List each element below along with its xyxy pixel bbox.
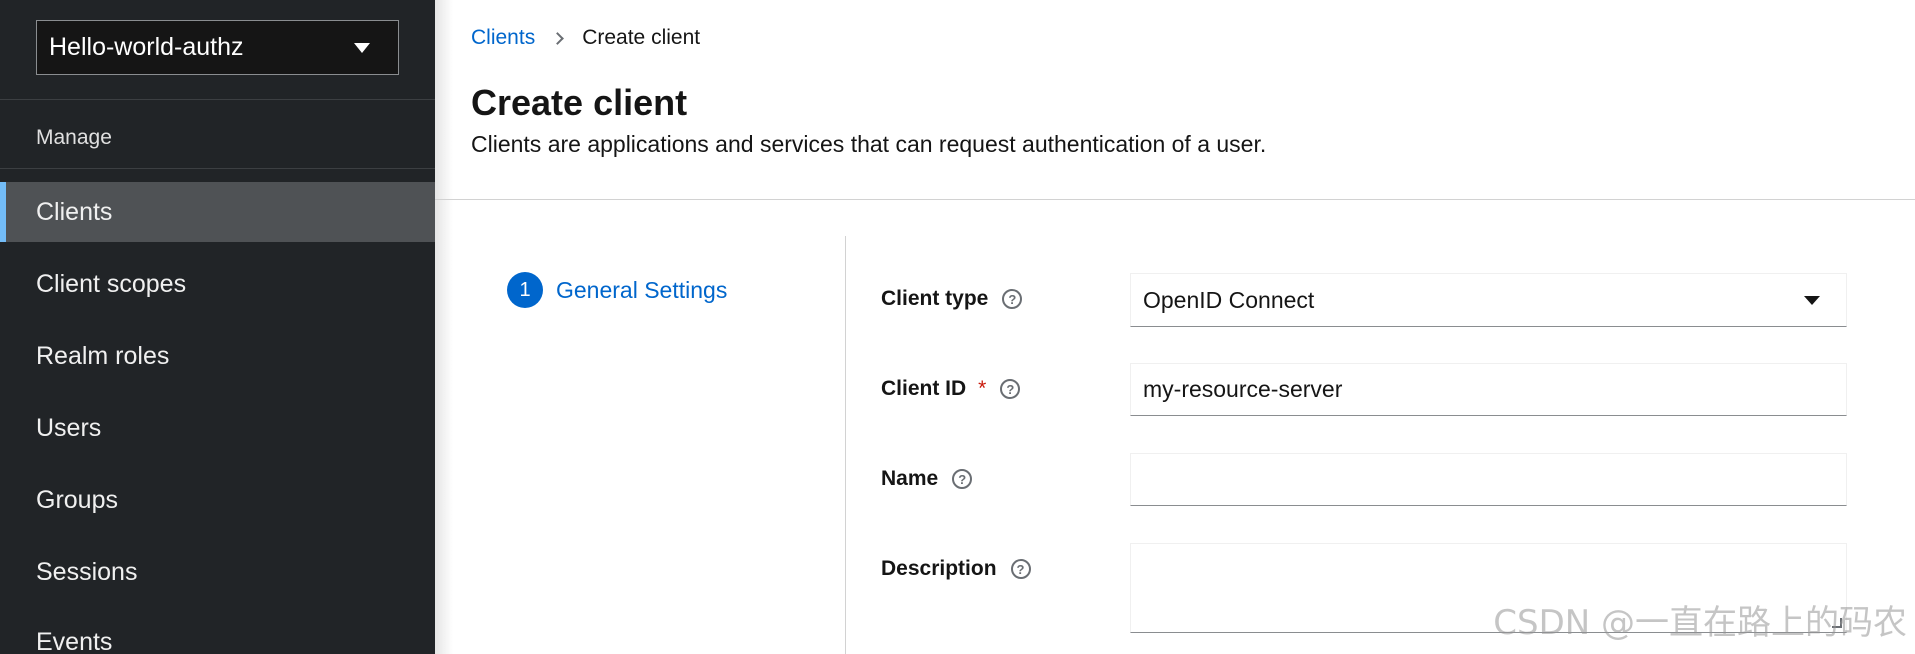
chevron-down-icon — [1804, 296, 1820, 305]
sidebar-shadow — [435, 0, 453, 654]
watermark: CSDN @一直在路上的码农 — [1493, 603, 1907, 643]
sidebar-item-clients[interactable]: Clients — [0, 182, 435, 242]
client-id-label-text: Client ID — [881, 377, 967, 400]
help-icon[interactable]: ? — [1010, 559, 1031, 579]
app-root: Hello-world-authz Manage Clients Client … — [0, 0, 1915, 654]
sidebar-item-users[interactable]: Users — [0, 398, 435, 458]
help-icon[interactable]: ? — [952, 469, 973, 489]
name-input[interactable] — [1130, 453, 1847, 506]
sidebar-item-label: Clients — [36, 197, 113, 226]
sidebar-item-sessions[interactable]: Sessions — [0, 542, 435, 602]
description-label-text: Description — [881, 557, 997, 580]
help-icon[interactable]: ? — [1002, 289, 1023, 309]
realm-selector[interactable]: Hello-world-authz — [36, 20, 399, 75]
sidebar-divider — [0, 99, 435, 100]
step-label: General Settings — [556, 276, 728, 303]
sidebar-item-label: Client scopes — [36, 269, 187, 298]
sidebar-item-label: Sessions — [36, 557, 138, 586]
step-number-badge: 1 — [507, 272, 543, 308]
sidebar-item-label: Groups — [36, 485, 118, 514]
wizard-step-general-settings[interactable]: 1 General Settings — [507, 272, 727, 308]
page-title: Create client — [471, 82, 688, 123]
breadcrumb: Clients Create client — [471, 26, 700, 50]
wizard-divider — [845, 236, 846, 654]
required-marker: * — [978, 377, 987, 400]
sidebar-item-label: Users — [36, 413, 102, 442]
client-id-value: my-resource-server — [1143, 376, 1343, 402]
sidebar-item-label: Events — [36, 627, 113, 654]
client-type-value: OpenID Connect — [1143, 286, 1315, 313]
name-label: Name ? — [881, 467, 973, 491]
client-type-select[interactable]: OpenID Connect — [1130, 273, 1847, 327]
description-label: Description ? — [881, 557, 1031, 581]
chevron-down-icon — [354, 43, 370, 53]
breadcrumb-link-clients[interactable]: Clients — [471, 26, 535, 50]
sidebar-item-realm-roles[interactable]: Realm roles — [0, 326, 435, 386]
sidebar: Hello-world-authz Manage Clients Client … — [0, 0, 435, 654]
name-label-text: Name — [881, 467, 939, 490]
sidebar-item-events[interactable]: Events — [0, 612, 435, 654]
client-type-label: Client type ? — [881, 287, 1023, 311]
sidebar-item-label: Realm roles — [36, 341, 170, 370]
sidebar-divider — [0, 168, 435, 169]
sidebar-section-title: Manage — [36, 126, 112, 149]
sidebar-item-client-scopes[interactable]: Client scopes — [0, 254, 435, 314]
sidebar-item-groups[interactable]: Groups — [0, 470, 435, 530]
header-divider — [435, 199, 1915, 200]
main-content: Clients Create client Create client Clie… — [435, 0, 1915, 654]
client-type-label-text: Client type — [881, 287, 989, 310]
realm-name: Hello-world-authz — [49, 33, 244, 61]
client-id-label: Client ID * ? — [881, 377, 1021, 401]
client-id-input[interactable]: my-resource-server — [1130, 363, 1847, 416]
help-icon[interactable]: ? — [1000, 379, 1021, 399]
breadcrumb-current: Create client — [582, 26, 701, 49]
page-description: Clients are applications and services th… — [471, 131, 1267, 157]
chevron-right-icon — [551, 31, 565, 45]
